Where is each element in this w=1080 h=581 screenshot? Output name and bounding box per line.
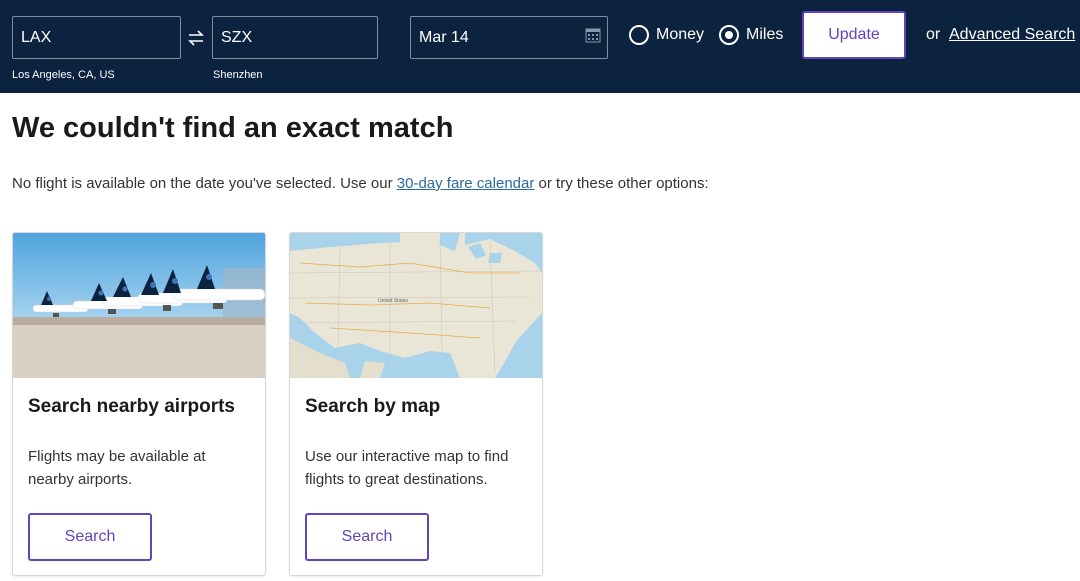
origin-input[interactable]: LAX	[12, 16, 181, 59]
update-button[interactable]: Update	[802, 11, 906, 59]
destination-code: SZX	[221, 29, 253, 46]
nearby-airports-card: Search nearby airports Flights may be av…	[12, 232, 266, 576]
swap-arrows-icon[interactable]	[186, 28, 206, 48]
card-title: Search nearby airports	[28, 396, 235, 417]
miles-radio-circle[interactable]	[719, 25, 739, 45]
date-input[interactable]: Mar 14	[410, 16, 608, 59]
advanced-search-link[interactable]: Advanced Search	[949, 26, 1075, 44]
origin-code: LAX	[21, 29, 52, 46]
date-value: Mar 14	[419, 29, 469, 46]
calendar-icon[interactable]	[585, 27, 601, 43]
search-map-button[interactable]: Search	[305, 513, 429, 561]
origin-name: Los Angeles, CA, US	[12, 69, 115, 81]
card-description: Use our interactive map to find flights …	[305, 448, 509, 488]
miles-radio[interactable]: Miles	[719, 24, 783, 46]
svg-text:United States: United States	[378, 298, 409, 304]
fare-calendar-link[interactable]: 30-day fare calendar	[397, 175, 535, 192]
destination-input[interactable]: SZX	[212, 16, 378, 59]
no-flight-message: No flight is available on the date you'v…	[12, 175, 709, 192]
page-title: We couldn't find an exact match	[12, 112, 454, 144]
destination-name: Shenzhen	[213, 69, 263, 81]
us-map-image: United States	[290, 233, 542, 378]
money-radio[interactable]: Money	[629, 24, 704, 46]
miles-radio-label: Miles	[746, 26, 784, 43]
airplanes-at-gate-photo	[13, 233, 265, 378]
money-radio-circle[interactable]	[629, 25, 649, 45]
search-nearby-button[interactable]: Search	[28, 513, 152, 561]
or-text: or	[926, 26, 941, 43]
search-by-map-card: United States Search by map Use our inte…	[289, 232, 543, 576]
card-description: Flights may be available at nearby airpo…	[28, 448, 206, 488]
search-header: LAX Los Angeles, CA, US SZX Shenzhen Mar…	[0, 0, 1080, 93]
money-radio-label: Money	[656, 26, 705, 43]
message-text-end: or try these other options:	[534, 175, 709, 192]
message-text-start: No flight is available on the date you'v…	[12, 175, 397, 192]
card-title: Search by map	[305, 396, 441, 417]
